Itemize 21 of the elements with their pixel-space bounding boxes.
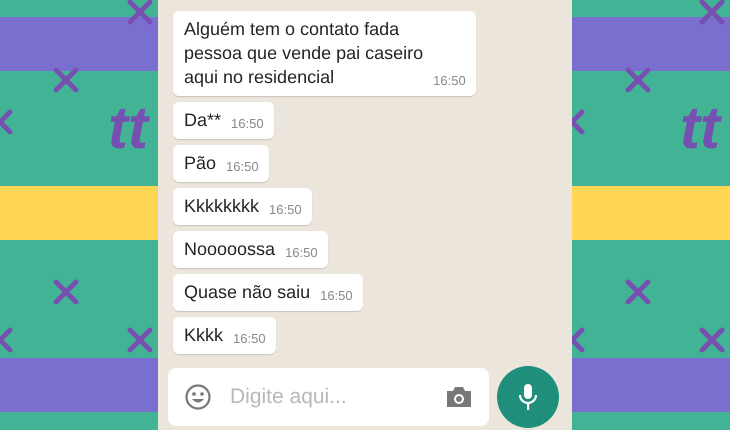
- message-input-field[interactable]: Digite aqui...: [168, 368, 489, 426]
- message-time: 16:50: [231, 116, 264, 131]
- emoji-icon[interactable]: [184, 383, 212, 411]
- message-text: Kkkk: [184, 324, 224, 347]
- message-time: 16:50: [433, 73, 466, 88]
- message-time: 16:50: [226, 159, 259, 174]
- message-text: Kkkkkkkk: [184, 195, 260, 218]
- message-time: 16:50: [269, 202, 302, 217]
- message-time: 16:50: [233, 331, 266, 346]
- message-text: Alguém tem o contato fada pessoa que vende pai caseiro aqui no residencial: [184, 18, 424, 89]
- camera-icon[interactable]: [445, 385, 473, 409]
- message-text: Da**: [184, 109, 222, 132]
- message-time: 16:50: [320, 288, 353, 303]
- message-input[interactable]: Digite aqui...: [228, 384, 429, 410]
- microphone-icon: [518, 383, 538, 411]
- logo-text: tt: [108, 98, 151, 158]
- logo-text: tt: [680, 98, 723, 158]
- message-time: 16:50: [285, 245, 318, 260]
- message-text: Nooooossa: [184, 238, 276, 261]
- message-text: Quase não saiu: [184, 281, 310, 304]
- message-text: Pão: [184, 152, 216, 175]
